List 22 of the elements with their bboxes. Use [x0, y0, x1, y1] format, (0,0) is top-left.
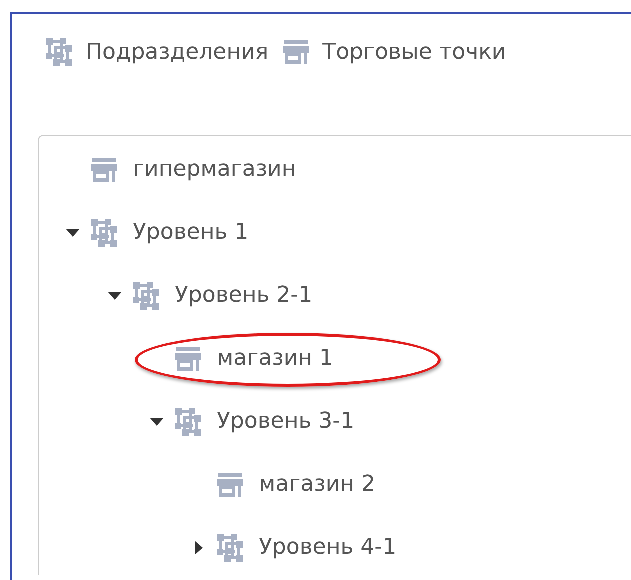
org-structure-icon — [217, 534, 243, 562]
tree-node-label[interactable]: Уровень 1 — [133, 220, 249, 245]
expand-caret-icon[interactable] — [195, 540, 203, 554]
legend-label: Торговые точки — [322, 40, 506, 64]
org-structure-icon — [133, 282, 159, 310]
collapse-caret-icon[interactable] — [108, 292, 122, 300]
store-icon — [175, 346, 201, 370]
org-structure-icon — [91, 218, 117, 246]
org-structure-icon — [46, 38, 72, 66]
tree-node-label[interactable]: Уровень 3-1 — [217, 409, 355, 434]
org-structure-icon — [175, 408, 201, 436]
collapse-caret-icon[interactable] — [66, 228, 80, 236]
collapse-caret-icon[interactable] — [150, 418, 164, 426]
tree-node-label[interactable]: Уровень 4-1 — [259, 535, 397, 560]
store-icon — [282, 40, 309, 64]
legend-label: Подразделения — [86, 40, 269, 64]
store-icon — [217, 472, 243, 496]
tree-node-label[interactable]: магазин 1 — [217, 346, 334, 371]
store-icon — [91, 158, 117, 182]
tree-node-label[interactable]: гипермагазин — [133, 157, 296, 182]
tree-node-label[interactable]: магазин 2 — [259, 472, 376, 497]
tree-node-label[interactable]: Уровень 2-1 — [175, 283, 313, 308]
